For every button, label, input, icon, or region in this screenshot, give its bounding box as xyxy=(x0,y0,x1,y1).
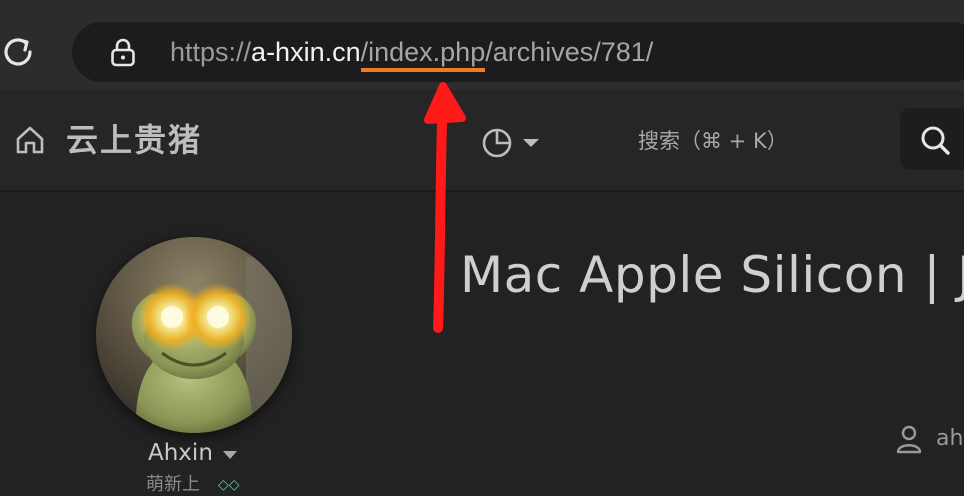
search-button[interactable] xyxy=(900,108,964,170)
avatar[interactable] xyxy=(96,237,292,433)
url-text[interactable]: https://a-hxin.cn/index.php/archives/781… xyxy=(170,34,654,72)
search-input[interactable]: 搜索（⌘ + K） xyxy=(638,126,788,156)
lock-icon xyxy=(111,38,135,67)
url-scheme: https:// xyxy=(170,37,252,67)
chevron-down-icon xyxy=(523,139,539,147)
author-subtitle: 萌新上 xyxy=(146,474,200,495)
url-path: /archives/781/ xyxy=(485,37,654,67)
url-host: a-hxin.cn xyxy=(251,37,361,67)
post-meta-author[interactable]: ah xyxy=(936,424,963,454)
post-title: Mac Apple Silicon | Ja xyxy=(460,246,964,304)
author-badge: ◇◇ xyxy=(218,477,240,493)
author-name[interactable]: Ahxin xyxy=(148,436,213,470)
annotation-arrow xyxy=(424,82,466,333)
chevron-down-icon[interactable] xyxy=(222,450,238,460)
theme-toggle[interactable] xyxy=(480,126,546,160)
home-icon[interactable] xyxy=(14,124,46,156)
avatar-image xyxy=(96,237,292,433)
browser-toolbar: https://a-hxin.cn/index.php/archives/781… xyxy=(0,0,964,90)
user-icon xyxy=(896,425,922,454)
url-highlighted-segment: /index.php xyxy=(360,37,486,72)
search-icon xyxy=(921,126,950,155)
site-title[interactable]: 云上贵猪 xyxy=(66,118,202,162)
site-header: 云上贵猪 搜索（⌘ + K） xyxy=(0,90,964,192)
address-bar[interactable]: https://a-hxin.cn/index.php/archives/781… xyxy=(72,22,964,82)
theme-icon xyxy=(482,128,512,158)
reload-icon[interactable] xyxy=(0,34,36,70)
